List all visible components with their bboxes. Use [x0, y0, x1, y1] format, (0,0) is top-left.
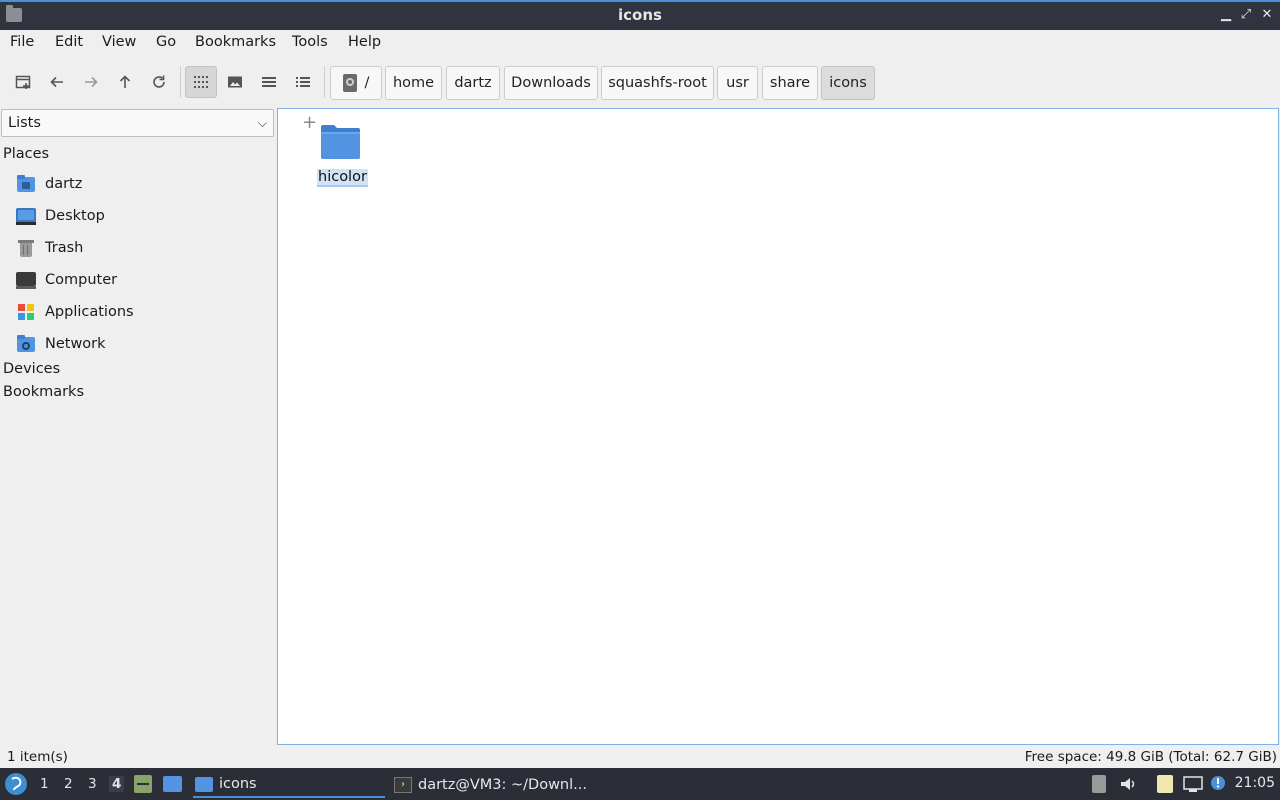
sidebar-item-dartz[interactable]: dartz [16, 172, 82, 196]
breadcrumb-icons[interactable]: icons [821, 66, 875, 100]
volume-icon[interactable] [1119, 775, 1137, 793]
workspace-2[interactable]: 2 [64, 776, 73, 792]
free-space: Free space: 49.8 GiB (Total: 62.7 GiB) [1024, 749, 1277, 765]
menu-file[interactable]: File [10, 34, 34, 50]
breadcrumb-downloads[interactable]: Downloads [504, 66, 598, 100]
toolbar: / home dartz Downloads squashfs-root usr… [0, 56, 1280, 108]
breadcrumb-usr[interactable]: usr [717, 66, 758, 100]
sidebar-item-network[interactable]: Network [16, 332, 106, 356]
home-folder-icon [16, 174, 36, 194]
window-title: icons [618, 6, 662, 24]
menu-edit[interactable]: Edit [55, 34, 83, 50]
applications-icon [16, 302, 36, 322]
computer-icon [16, 270, 36, 290]
status-bar: 1 item(s) Free space: 49.8 GiB (Total: 6… [0, 748, 1280, 768]
breadcrumb-dartz[interactable]: dartz [446, 66, 500, 100]
sidebar-item-label: dartz [45, 176, 83, 192]
devices-header[interactable]: Devices [3, 361, 60, 377]
desktop-icon [16, 206, 36, 226]
sidebar-item-computer[interactable]: Computer [16, 268, 117, 292]
toolbar-separator [180, 66, 181, 98]
task-label: dartz@VM3: ~/Downl... [418, 777, 587, 793]
back-button[interactable] [41, 66, 73, 98]
sidebar-item-applications[interactable]: Applications [16, 300, 134, 324]
sidebar-item-desktop[interactable]: Desktop [16, 204, 105, 228]
forward-button[interactable] [75, 66, 107, 98]
folder-icon [195, 776, 213, 792]
breadcrumb-share[interactable]: share [762, 66, 818, 100]
menu-go[interactable]: Go [156, 34, 176, 50]
drive-icon [342, 74, 357, 92]
folder-launcher-icon[interactable] [163, 776, 182, 792]
side-pane-mode-select[interactable]: Lists ⌵ [1, 109, 274, 137]
minimize-icon[interactable]: ▁ [1218, 6, 1234, 24]
file-manager-launcher-icon[interactable] [134, 775, 152, 793]
network-tray-icon[interactable] [1183, 775, 1203, 793]
new-tab-icon [15, 75, 31, 89]
breadcrumb-home[interactable]: home [385, 66, 442, 100]
arrow-up-icon [119, 75, 131, 88]
up-button[interactable] [109, 66, 141, 98]
sidebar-item-label: Computer [45, 272, 118, 288]
title-bar: icons ▁ ⤢ ✕ [0, 0, 1280, 30]
maximize-icon[interactable]: ⤢ [1238, 6, 1254, 24]
reload-icon [153, 75, 165, 88]
close-icon[interactable]: ✕ [1259, 6, 1275, 24]
menu-view[interactable]: View [102, 34, 136, 50]
detailed-list-view-button[interactable] [287, 66, 319, 98]
thumbnail-view-button[interactable] [219, 66, 251, 98]
list-icon [262, 77, 276, 87]
chevron-down-icon: ⌵ [257, 116, 267, 130]
toolbar-separator [324, 66, 325, 98]
breadcrumb-root[interactable]: / [330, 66, 382, 100]
arrow-left-icon [50, 76, 63, 88]
select-plus-icon[interactable]: + [302, 114, 317, 132]
folder-item-hicolor[interactable]: + hicolor [302, 114, 378, 187]
start-menu-button[interactable] [5, 773, 27, 795]
compact-view-button[interactable] [253, 66, 285, 98]
menu-bar: File Edit View Go Bookmarks Tools Help [0, 30, 1280, 56]
notification-icon[interactable] [1209, 775, 1227, 793]
folder-icon [321, 125, 360, 159]
sidebar-item-label: Network [45, 336, 106, 352]
workspace-3[interactable]: 3 [88, 776, 97, 792]
menu-help[interactable]: Help [348, 34, 381, 50]
workspace-1[interactable]: 1 [40, 776, 49, 792]
side-pane-mode-value: Lists [8, 115, 41, 131]
task-icons[interactable]: icons [193, 772, 385, 798]
taskbar: 1 2 3 4 icons › dartz@VM3: ~/Downl... 21… [0, 768, 1280, 800]
sidebar-item-trash[interactable]: Trash [16, 236, 83, 260]
menu-bookmarks[interactable]: Bookmarks [195, 34, 276, 50]
sidebar: Lists ⌵ Places dartz Desktop Trash Compu… [0, 108, 276, 748]
breadcrumb-squashfs-root[interactable]: squashfs-root [601, 66, 714, 100]
terminal-icon: › [394, 777, 412, 793]
sidebar-item-label: Applications [45, 304, 134, 320]
places-header[interactable]: Places [3, 146, 49, 162]
bookmarks-header[interactable]: Bookmarks [3, 384, 84, 400]
clipboard-icon[interactable] [1157, 775, 1173, 793]
workspace-4[interactable]: 4 [109, 776, 125, 792]
tray-up-arrow-icon[interactable] [1092, 775, 1106, 793]
file-view[interactable]: + hicolor [277, 108, 1279, 745]
trash-icon [16, 238, 36, 258]
icon-view-button[interactable] [185, 66, 217, 98]
item-count: 1 item(s) [7, 749, 68, 765]
network-icon [16, 334, 36, 354]
task-label: icons [219, 776, 257, 792]
image-icon [228, 76, 242, 88]
sidebar-item-label: Desktop [45, 208, 105, 224]
task-terminal[interactable]: › dartz@VM3: ~/Downl... [394, 772, 594, 798]
arrow-right-icon [85, 76, 98, 88]
reload-button[interactable] [143, 66, 175, 98]
detailed-list-icon [296, 77, 310, 87]
clock[interactable]: 21:05 [1235, 775, 1275, 791]
start-logo-icon [11, 776, 22, 791]
folder-item-label: hicolor [317, 169, 368, 187]
menu-tools[interactable]: Tools [292, 34, 328, 50]
new-tab-button[interactable] [7, 66, 39, 98]
sidebar-item-label: Trash [45, 240, 84, 256]
breadcrumb-root-label: / [364, 75, 370, 91]
grid-view-icon [194, 76, 208, 88]
